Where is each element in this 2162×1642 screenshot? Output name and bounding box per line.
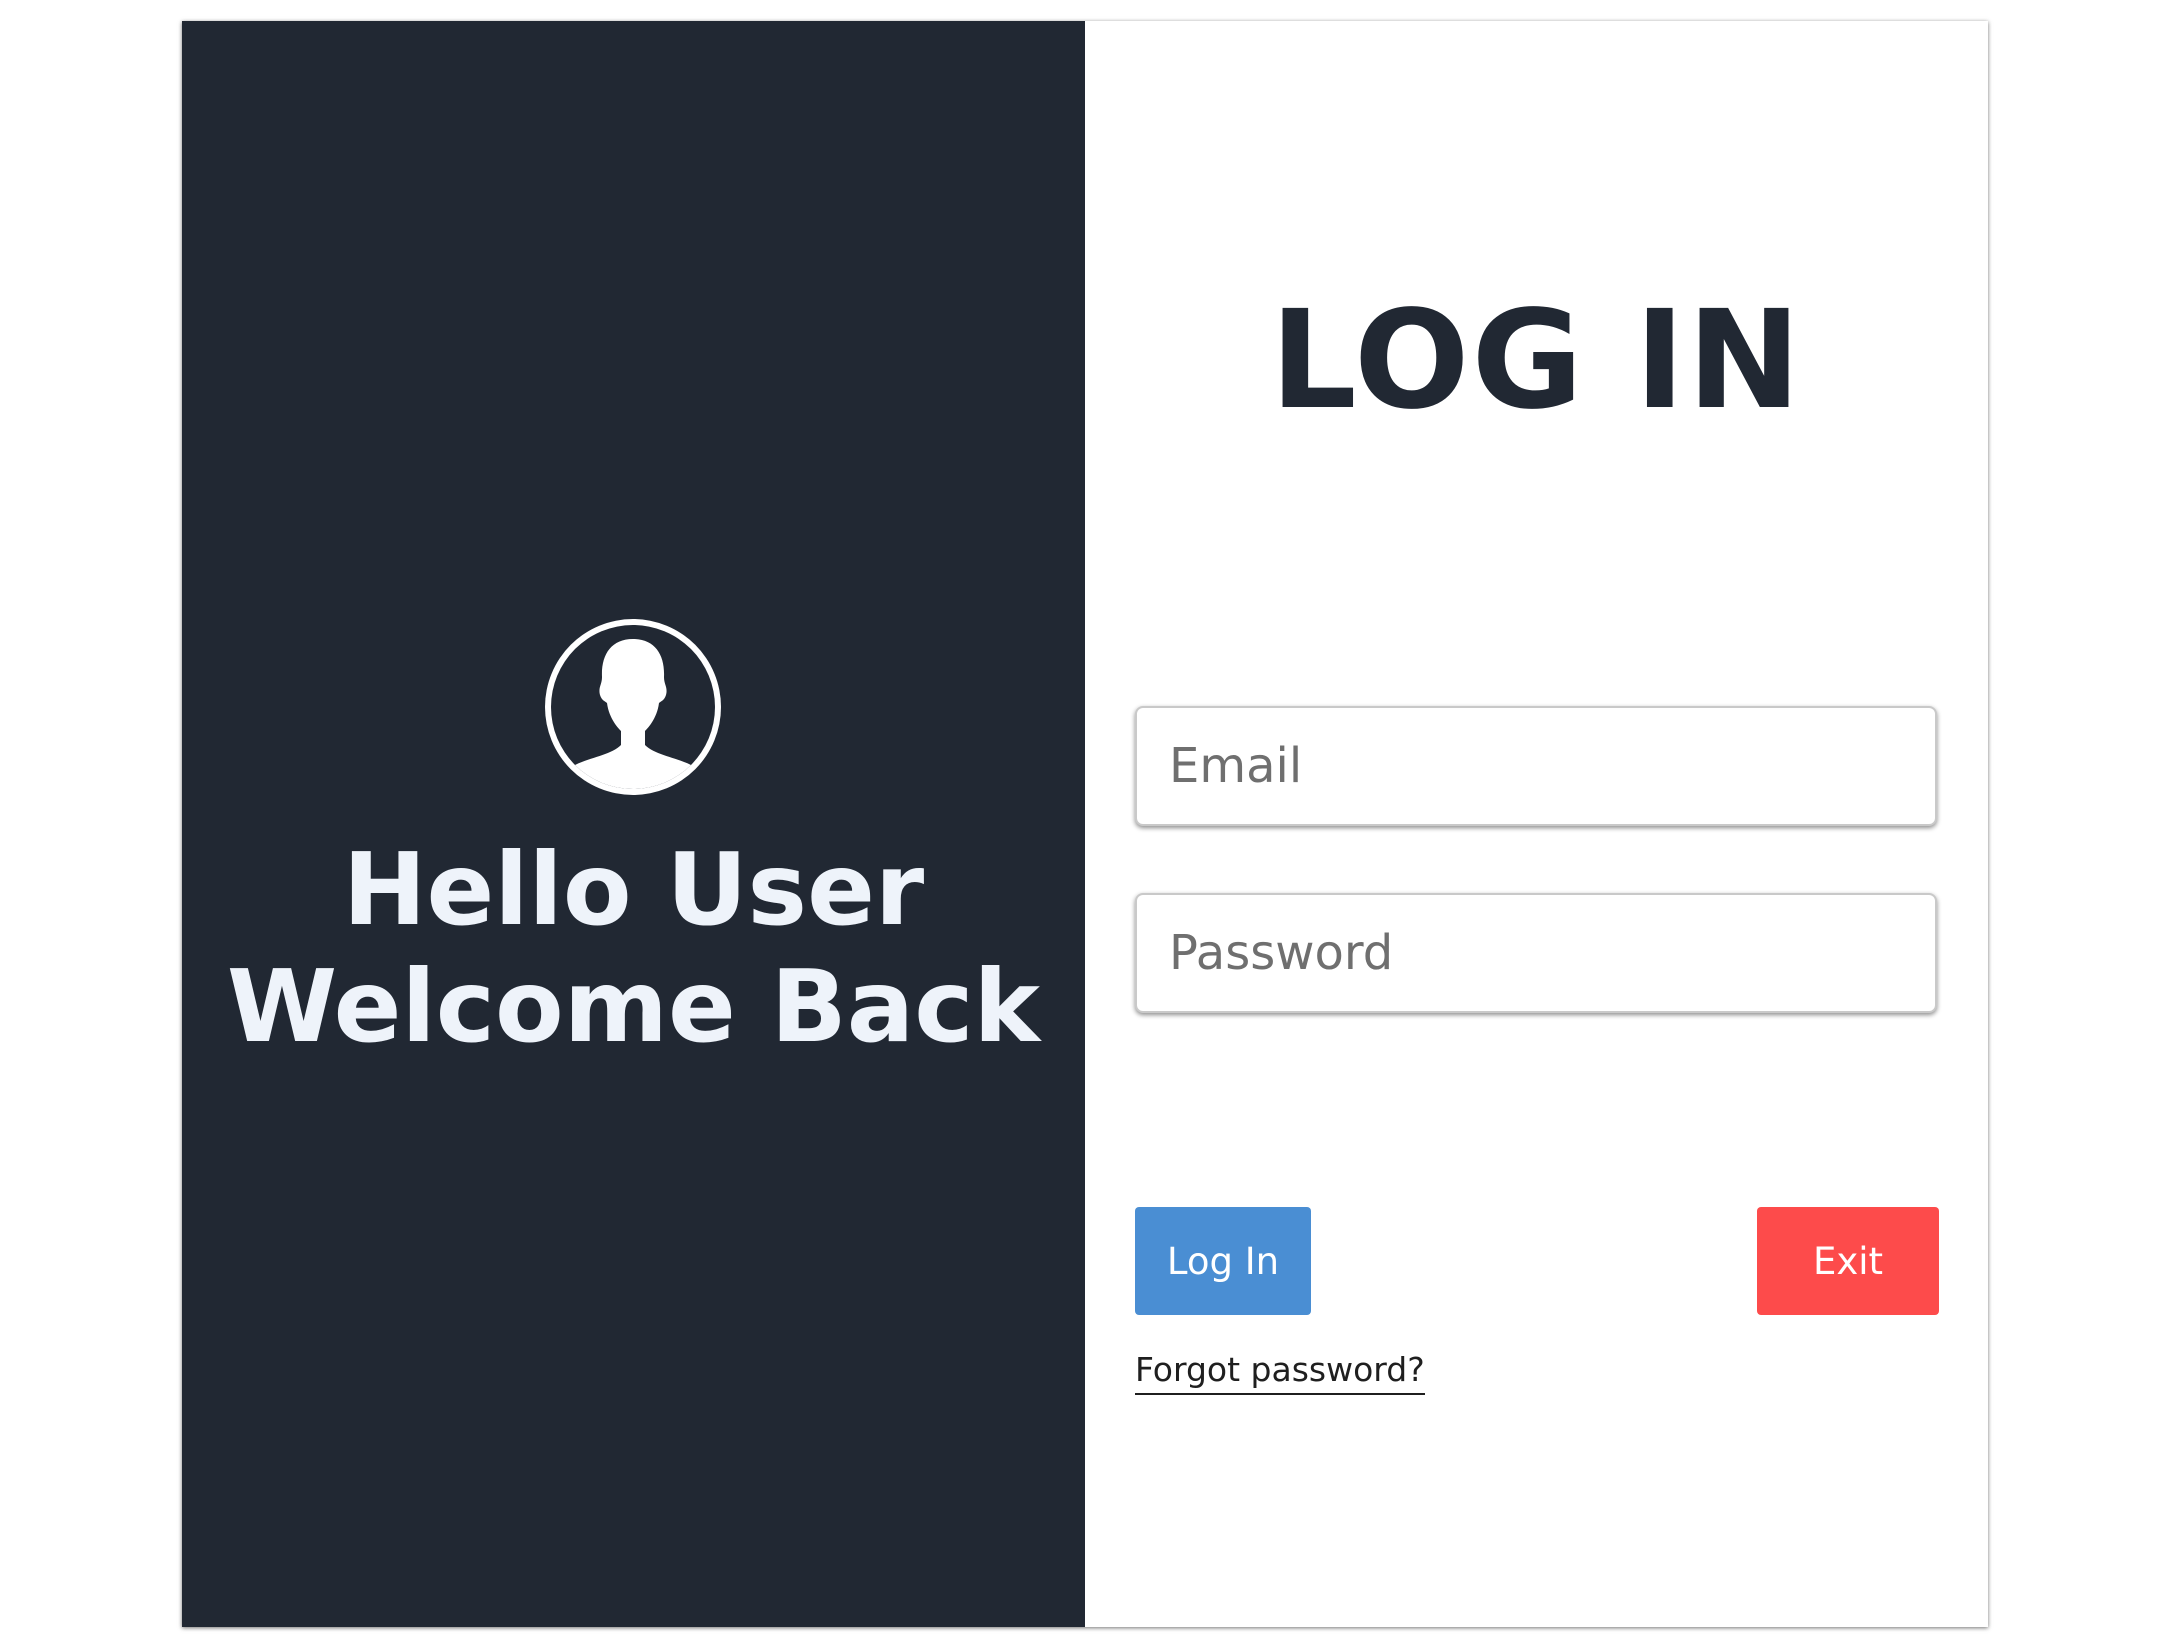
- email-field[interactable]: [1135, 706, 1937, 826]
- exit-button[interactable]: Exit: [1757, 1207, 1939, 1315]
- greeting-text: Hello User Welcome Back: [182, 831, 1085, 1065]
- login-button[interactable]: Log In: [1135, 1207, 1311, 1315]
- password-field[interactable]: [1135, 893, 1937, 1013]
- greeting-line-welcome: Welcome Back: [226, 948, 1041, 1065]
- welcome-panel: Hello User Welcome Back: [182, 21, 1085, 1627]
- login-window: Hello User Welcome Back LOG IN Log In Ex…: [182, 21, 1988, 1627]
- greeting-line-hello: Hello User: [342, 831, 925, 948]
- page-title: LOG IN: [1270, 282, 1803, 440]
- forgot-password-link[interactable]: Forgot password?: [1135, 1349, 1425, 1395]
- login-panel: LOG IN Log In Exit Forgot password?: [1085, 21, 1988, 1627]
- user-avatar-icon: [541, 615, 725, 799]
